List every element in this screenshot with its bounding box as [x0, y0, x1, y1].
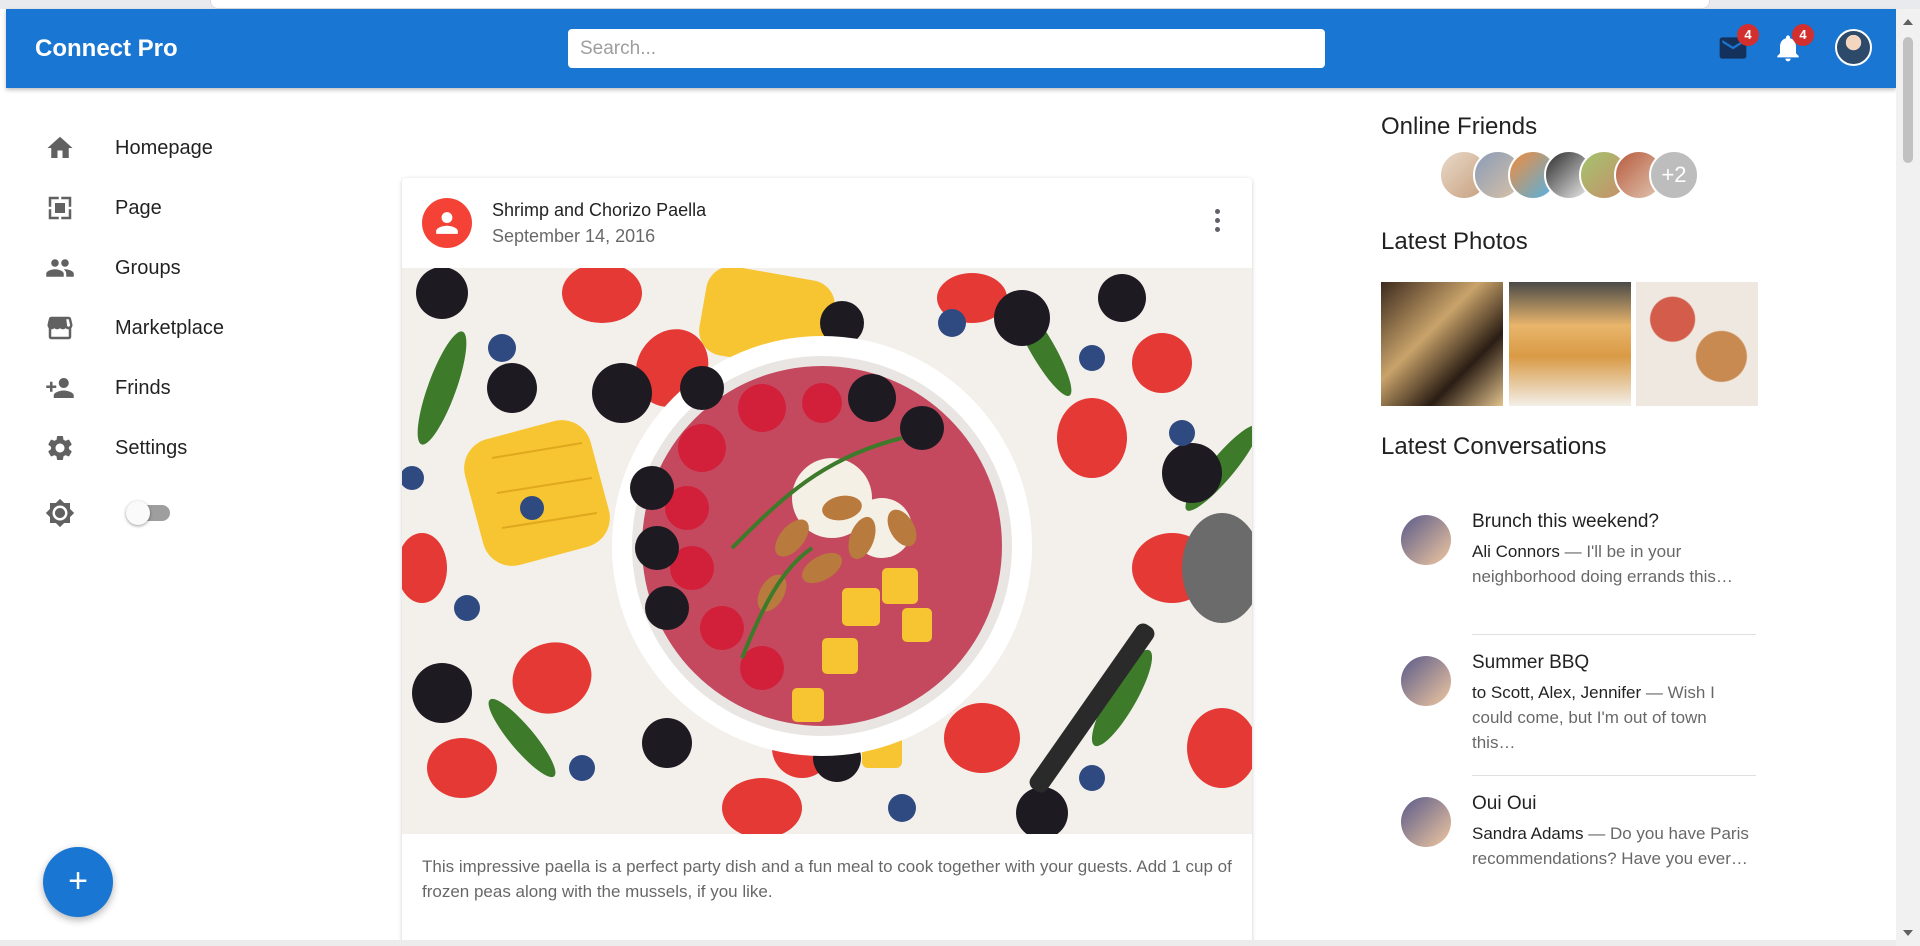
sidebar-item-label: Frinds	[115, 376, 171, 399]
more-friends-badge[interactable]: +2	[1649, 150, 1699, 200]
notifications-button[interactable]: 4	[1772, 24, 1814, 64]
post-avatar	[422, 198, 472, 248]
conversation-author: Sandra Adams	[1472, 824, 1584, 843]
latest-photos-title: Latest Photos	[1381, 228, 1528, 255]
latest-photo[interactable]	[1381, 282, 1503, 406]
add-fab-button[interactable]: +	[43, 847, 113, 917]
conversation-item[interactable]: Brunch this weekend? Ali Connors — I'll …	[1381, 495, 1756, 635]
sidebar-item-label: Homepage	[115, 136, 213, 159]
conversation-snippet: Ali Connors — I'll be in your neighborho…	[1472, 539, 1754, 589]
mail-button[interactable]: 4	[1717, 24, 1759, 64]
notifications-badge: 4	[1792, 24, 1814, 46]
groups-icon	[46, 259, 74, 277]
sidebar-item-marketplace[interactable]: Marketplace	[0, 298, 320, 358]
sidebar-item-page[interactable]: Page	[0, 178, 320, 238]
person-icon	[436, 212, 458, 234]
storefront-icon	[47, 316, 73, 340]
brightness-icon	[45, 498, 75, 528]
scrollbar-thumb[interactable]	[1903, 37, 1913, 163]
app-bar: Connect Pro 4 4	[6, 9, 1896, 88]
conversation-author: to Scott, Alex, Jennifer	[1472, 683, 1642, 702]
divider	[1472, 634, 1756, 635]
conversation-title: Summer BBQ	[1472, 652, 1590, 673]
post-date: September 14, 2016	[492, 226, 656, 246]
sidebar-item-settings[interactable]: Settings	[0, 418, 320, 478]
post-title: Shrimp and Chorizo Paella	[492, 200, 707, 220]
scroll-down-arrow[interactable]	[1903, 930, 1913, 936]
online-friends-title: Online Friends	[1381, 113, 1538, 140]
toggle-knob	[126, 501, 150, 525]
conversation-item[interactable]: Summer BBQ to Scott, Alex, Jennifer — Wi…	[1381, 636, 1756, 776]
post-image	[402, 268, 1252, 834]
sidebar-item-label: Marketplace	[115, 316, 224, 339]
conversation-author: Ali Connors	[1472, 542, 1560, 561]
post-description: This impressive paella is a perfect part…	[422, 857, 1232, 901]
page-icon	[48, 196, 72, 220]
more-vert-icon[interactable]	[1202, 205, 1232, 241]
avatar	[1401, 797, 1451, 847]
avatar	[1401, 656, 1451, 706]
bottom-edge	[0, 940, 1896, 946]
gear-icon	[48, 436, 72, 460]
conversation-item[interactable]: Oui Oui Sandra Adams — Do you have Paris…	[1381, 777, 1756, 917]
divider	[1472, 775, 1756, 776]
sidebar-item-label: Page	[115, 196, 162, 219]
latest-photo[interactable]	[1509, 282, 1631, 406]
browser-viewport: Connect Pro 4 4 Homepage Page Groups Mar…	[0, 0, 1920, 946]
scroll-up-arrow[interactable]	[1903, 19, 1913, 25]
conversation-title: Brunch this weekend?	[1472, 511, 1659, 532]
sidebar-item-friends[interactable]: Frinds	[0, 358, 320, 418]
sidebar-item-groups[interactable]: Groups	[0, 238, 320, 298]
latest-conversations-title: Latest Conversations	[1381, 433, 1607, 460]
page-scrollbar[interactable]	[1896, 9, 1920, 946]
conversation-title: Oui Oui	[1472, 793, 1537, 814]
search-input[interactable]	[568, 29, 1325, 68]
post-card: Shrimp and Chorizo Paella September 14, …	[402, 178, 1252, 946]
person-add-icon	[46, 378, 74, 398]
sidebar-item-label: Settings	[115, 436, 188, 459]
user-avatar[interactable]	[1835, 29, 1872, 66]
conversation-snippet: Sandra Adams — Do you have Paris recomme…	[1472, 821, 1754, 871]
fruit-bowl-illustration	[402, 268, 1252, 834]
avatar	[1401, 515, 1451, 565]
brand-title[interactable]: Connect Pro	[35, 35, 178, 63]
browser-top-strip	[0, 0, 1920, 9]
conversation-snippet: to Scott, Alex, Jennifer — Wish I could …	[1472, 680, 1754, 755]
mail-badge: 4	[1737, 24, 1759, 46]
theme-toggle[interactable]	[126, 500, 174, 525]
sidebar-item-label: Groups	[115, 256, 181, 279]
latest-photo[interactable]	[1636, 282, 1758, 406]
home-icon	[47, 136, 73, 158]
sidebar-item-homepage[interactable]: Homepage	[0, 118, 320, 178]
